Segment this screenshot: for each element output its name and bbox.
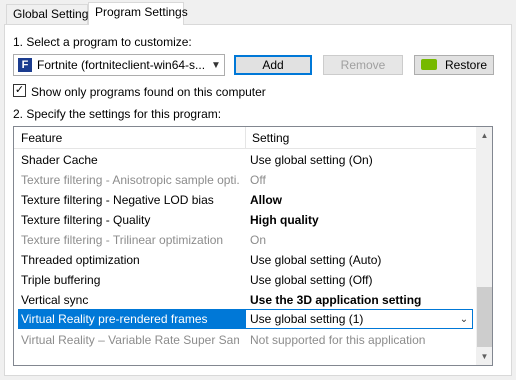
step2-label: 2. Specify the settings for this program… bbox=[13, 107, 222, 121]
tab-program-settings[interactable]: Program Settings bbox=[88, 2, 188, 25]
row-setting: Off bbox=[250, 173, 266, 187]
tab-global-settings[interactable]: Global Settings bbox=[6, 4, 94, 24]
add-button[interactable]: Add bbox=[234, 55, 312, 75]
row-setting: High quality bbox=[250, 213, 319, 227]
chevron-down-icon: ⌄ bbox=[459, 313, 469, 325]
row-feature: Texture filtering - Anisotropic sample o… bbox=[21, 173, 239, 187]
table-row[interactable]: Texture filtering - Anisotropic sample o… bbox=[14, 169, 476, 189]
table-row[interactable]: Triple buffering Use global setting (Off… bbox=[14, 269, 476, 289]
program-select-value: Fortnite (fortniteclient-win64-s... bbox=[37, 58, 206, 72]
row-setting: Use the 3D application setting bbox=[250, 293, 422, 307]
row-feature: Shader Cache bbox=[21, 153, 98, 167]
row-setting: Use global setting (Off) bbox=[250, 273, 373, 287]
settings-grid: Feature Setting Shader Cache Use global … bbox=[13, 126, 493, 366]
table-row[interactable]: Threaded optimization Use global setting… bbox=[14, 249, 476, 269]
restore-button-label: Restore bbox=[444, 58, 488, 72]
table-row[interactable]: Texture filtering - Negative LOD bias Al… bbox=[14, 189, 476, 209]
grid-rows: Shader Cache Use global setting (On) Tex… bbox=[14, 149, 476, 349]
chevron-down-icon: ▼ bbox=[211, 59, 221, 71]
table-row[interactable]: Texture filtering - Trilinear optimizati… bbox=[14, 229, 476, 249]
row-feature: Threaded optimization bbox=[21, 253, 140, 267]
program-select[interactable]: F Fortnite (fortniteclient-win64-s... ▼ bbox=[13, 54, 225, 76]
row-feature: Texture filtering - Negative LOD bias bbox=[21, 193, 214, 207]
row-setting: Use global setting (On) bbox=[250, 153, 373, 167]
vertical-scrollbar[interactable]: ▲ ▼ bbox=[476, 127, 492, 365]
header-setting[interactable]: Setting bbox=[252, 131, 289, 145]
step1-label: 1. Select a program to customize: bbox=[13, 35, 192, 49]
row-feature: Texture filtering - Quality bbox=[21, 213, 151, 227]
scroll-down-icon[interactable]: ▼ bbox=[476, 348, 492, 365]
table-row[interactable]: Virtual Reality – Variable Rate Super Sa… bbox=[14, 329, 476, 349]
table-row[interactable]: Shader Cache Use global setting (On) bbox=[14, 149, 476, 169]
table-row-selected[interactable]: Virtual Reality pre-rendered frames Use … bbox=[14, 309, 476, 329]
row-feature: Vertical sync bbox=[21, 293, 89, 307]
scrollbar-thumb[interactable] bbox=[477, 287, 492, 347]
scroll-up-icon[interactable]: ▲ bbox=[476, 127, 492, 144]
table-row[interactable]: Vertical sync Use the 3D application set… bbox=[14, 289, 476, 309]
row-setting: On bbox=[250, 233, 267, 247]
remove-button[interactable]: Remove bbox=[323, 55, 403, 75]
row-setting: Not supported for this application bbox=[250, 333, 426, 347]
row-setting: Allow bbox=[250, 193, 282, 207]
table-row[interactable]: Texture filtering - Quality High quality bbox=[14, 209, 476, 229]
row-setting: Use global setting (Auto) bbox=[250, 253, 382, 267]
row-feature: Texture filtering - Trilinear optimizati… bbox=[21, 233, 224, 247]
header-divider bbox=[245, 127, 246, 149]
row-feature: Triple buffering bbox=[21, 273, 101, 287]
show-only-checkbox[interactable]: ✓ bbox=[13, 84, 26, 97]
row-feature: Virtual Reality pre-rendered frames bbox=[18, 309, 245, 329]
setting-dropdown-value: Use global setting (1) bbox=[250, 312, 364, 326]
fortnite-app-icon: F bbox=[18, 58, 32, 72]
header-feature[interactable]: Feature bbox=[21, 131, 62, 145]
restore-button[interactable]: Restore bbox=[414, 55, 494, 75]
tab-strip: Global Settings Program Settings bbox=[0, 0, 516, 25]
grid-header: Feature Setting bbox=[14, 127, 476, 149]
row-feature: Virtual Reality – Variable Rate Super Sa… bbox=[21, 333, 239, 347]
nvidia-logo-icon bbox=[420, 59, 437, 70]
show-only-label: Show only programs found on this compute… bbox=[31, 85, 266, 99]
setting-dropdown[interactable]: Use global setting (1) ⌄ bbox=[245, 309, 473, 329]
